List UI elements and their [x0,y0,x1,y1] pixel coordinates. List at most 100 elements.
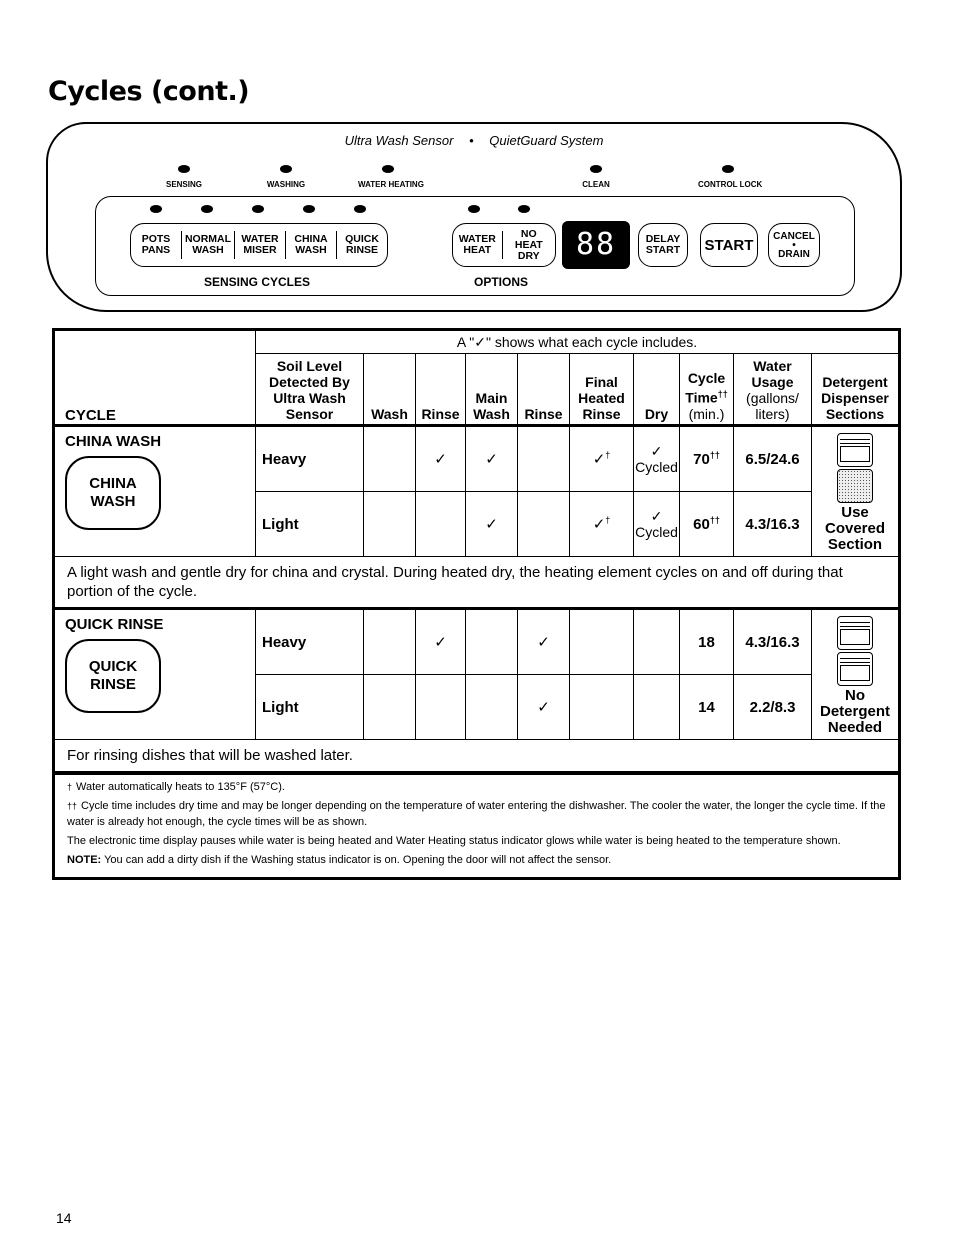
soil-level: Heavy [255,607,364,675]
wash-check [363,424,416,492]
led-icon [468,205,480,213]
final-rinse-check: ✓† [569,424,634,492]
water-usage: 2.2/8.3 [733,674,812,740]
status-indicator-sensing: SENSING [154,160,214,189]
led-icon [354,205,366,213]
rinse-2-check [517,424,570,492]
cycle-time: 14 [679,674,734,740]
wash-check [363,674,416,740]
table-row: CHINA WASH CHINA WASH Heavy ✓ ✓ ✓† ✓ Cycle… [55,424,898,557]
wash-header: Wash [363,353,416,426]
led-icon [382,165,394,173]
footnote-display-pause: The electronic time display pauses while… [67,835,841,847]
china-wash-button[interactable]: CHINA WASH [286,231,337,259]
description-row: For rinsing dishes that will be washed l… [55,739,898,772]
cycle-time: 60†† [679,491,734,557]
dispenser-covered-filled-icon [836,433,874,503]
led-icon [252,205,264,213]
rinse-check: ✓ [415,424,466,492]
options-buttons: WATER HEAT NO HEAT DRY [452,223,556,267]
quick-rinse-description: For rinsing dishes that will be washed l… [55,739,898,772]
rinse-2-check: ✓ [517,674,570,740]
quick-rinse-button-illustration: QUICK RINSE [65,639,161,713]
detergent-cell: No Detergent Needed [811,607,898,740]
dry-check [633,607,680,675]
cycle-time: 18 [679,607,734,675]
led-icon [201,205,213,213]
final-heated-rinse-header: Final Heated Rinse [569,353,634,426]
cycle-time: 70†† [679,424,734,492]
page-number: 14 [56,1210,72,1226]
led-icon [722,165,734,173]
rinse-check [415,491,466,557]
sensing-cycles-buttons: POTS PANS NORMAL WASH WATER MISER CHINA WASH… [130,223,388,267]
no-heat-dry-button[interactable]: NO HEAT DRY [503,228,555,261]
quick-rinse-cycle-cell: QUICK RINSE QUICK RINSE [55,607,256,740]
china-wash-button-illustration: CHINA WASH [65,456,161,530]
quick-rinse-button[interactable]: QUICK RINSE [337,231,387,259]
panel-header: Ultra Wash Sensor • QuietGuard System [48,133,900,148]
water-miser-button[interactable]: WATER MISER [235,231,286,259]
dry-check: ✓ Cycled [633,491,680,557]
water-usage: 4.3/16.3 [733,491,812,557]
rinse-check [415,674,466,740]
soil-level: Light [255,674,364,740]
water-usage-header: Water Usage (gallons/liters) [733,353,812,426]
soil-level: Heavy [255,424,364,492]
final-rinse-check [569,674,634,740]
soil-level-header: Soil Level Detected By Ultra Wash Sensor [255,353,364,426]
button-panel: POTS PANS NORMAL WASH WATER MISER CHINA WASH… [95,196,855,296]
dry-header: Dry [633,353,680,426]
footnote-dagger: † Water automatically heats to 135°F (57°… [67,781,285,793]
main-wash-check: ✓ [465,424,518,492]
status-indicator-water-heating: WATER HEATING [358,160,424,189]
rinse-2-check [517,491,570,557]
cycle-time-header: Cycle Time†† (min.) [679,353,734,426]
led-icon [590,165,602,173]
led-icon [280,165,292,173]
led-icon [150,205,162,213]
start-button[interactable]: START [700,223,758,267]
rinse-check: ✓ [415,607,466,675]
rinse-2-check: ✓ [517,607,570,675]
led-icon [178,165,190,173]
status-indicator-clean: CLEAN [566,160,626,189]
detergent-header: Detergent Dispenser Sections [811,353,898,426]
detergent-cell: Use Covered Section [811,424,898,557]
wash-check [363,607,416,675]
status-indicator-control-lock: CONTROL LOCK [698,160,762,189]
water-usage: 6.5/24.6 [733,424,812,492]
dry-check: ✓ Cycled [633,424,680,492]
dry-check [633,674,680,740]
time-display: 88 [562,221,630,269]
table-caption: A "✓" shows what each cycle includes. [255,331,898,354]
soil-level: Light [255,491,364,557]
pots-pans-button[interactable]: POTS PANS [131,231,182,259]
cycle-table: CYCLE A "✓" shows what each cycle includ… [52,328,901,880]
footnotes: † Water automatically heats to 135°F (57°… [55,772,898,877]
footnote-note: NOTE: You can add a dirty dish if the Wa… [67,854,612,866]
main-wash-check [465,607,518,675]
wash-check [363,491,416,557]
quietguard-label: QuietGuard System [489,133,604,148]
options-caption: OPTIONS [474,275,529,289]
china-wash-description: A light wash and gentle dry for china an… [55,556,898,609]
rinse-2-header: Rinse [517,353,570,426]
page-title: Cycles (cont.) [48,76,250,107]
final-rinse-check [569,607,634,675]
table-row: QUICK RINSE QUICK RINSE Heavy ✓ ✓ 18 4.3/… [55,607,898,740]
dispenser-empty-icon [836,616,874,686]
delay-start-button[interactable]: DELAY START [638,223,688,267]
main-wash-check [465,674,518,740]
cancel-drain-button[interactable]: CANCEL • DRAIN [768,223,820,267]
sensing-cycles-caption: SENSING CYCLES [204,275,311,289]
water-heat-button[interactable]: WATER HEAT [453,231,503,259]
china-wash-cycle-cell: CHINA WASH CHINA WASH [55,424,256,557]
rinse-header: Rinse [415,353,466,426]
led-icon [303,205,315,213]
led-icon [518,205,530,213]
water-usage: 4.3/16.3 [733,607,812,675]
ultra-wash-sensor-label: Ultra Wash Sensor [344,133,454,148]
final-rinse-check: ✓† [569,491,634,557]
normal-wash-button[interactable]: NORMAL WASH [182,231,235,259]
